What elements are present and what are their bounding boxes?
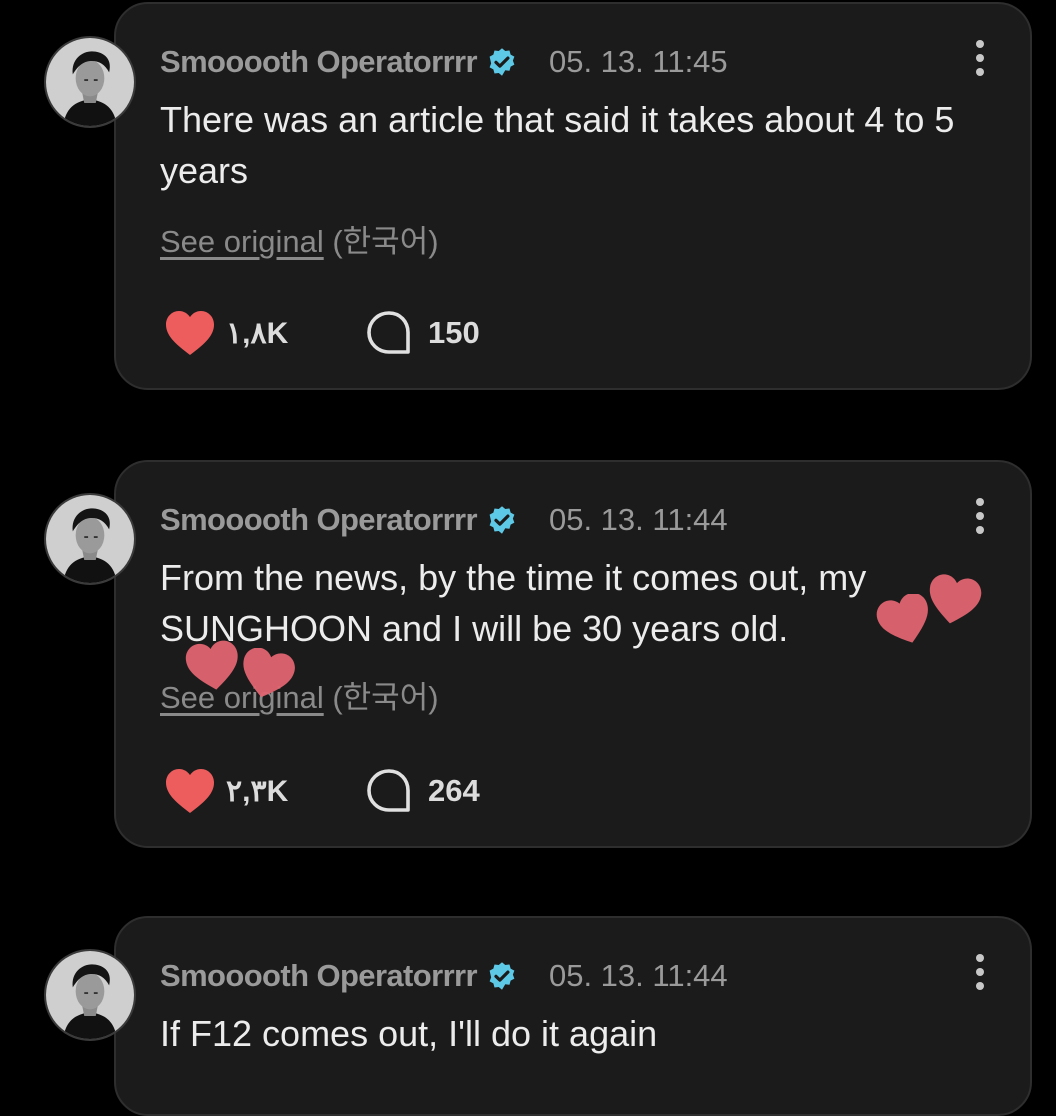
see-original-row: See original (한국어) bbox=[160, 216, 439, 261]
avatar-image bbox=[46, 495, 134, 583]
username[interactable]: Smooooth Operatorrrr bbox=[160, 958, 478, 994]
comment-actions: ١,٨K 150 bbox=[164, 306, 480, 360]
comment-text: From the news, by the time it comes out,… bbox=[160, 557, 877, 649]
reply-count: 150 bbox=[428, 315, 480, 350]
comment-actions: ٢,٣K 264 bbox=[164, 764, 480, 818]
avatar[interactable] bbox=[44, 949, 136, 1041]
username[interactable]: Smooooth Operatorrrr bbox=[160, 502, 478, 538]
reply-bubble-icon[interactable] bbox=[366, 768, 412, 814]
verified-check-icon bbox=[487, 961, 517, 991]
comment-header: Smooooth Operatorrrr 05. 13. 11:44 bbox=[160, 498, 728, 542]
floating-heart-icon bbox=[929, 574, 982, 624]
more-options-icon[interactable] bbox=[968, 498, 992, 534]
timestamp: 05. 13. 11:44 bbox=[548, 502, 728, 537]
original-language: (한국어) bbox=[332, 680, 439, 715]
more-options-icon[interactable] bbox=[968, 40, 992, 76]
more-options-icon[interactable] bbox=[968, 954, 992, 990]
verified-check-icon bbox=[487, 505, 517, 535]
avatar[interactable] bbox=[44, 493, 136, 585]
comment-header: Smooooth Operatorrrr 05. 13. 11:44 bbox=[160, 954, 728, 998]
like-heart-icon[interactable] bbox=[164, 767, 216, 815]
comment-header: Smooooth Operatorrrr 05. 13. 11:45 bbox=[160, 40, 728, 84]
comment-card: Smooooth Operatorrrr 05. 13. 11:45 There… bbox=[114, 2, 1032, 390]
comment-text: There was an article that said it takes … bbox=[160, 99, 965, 191]
verified-check-icon bbox=[487, 47, 517, 77]
like-heart-icon[interactable] bbox=[164, 309, 216, 357]
like-count: ١,٨K bbox=[226, 316, 289, 350]
avatar-image bbox=[46, 38, 134, 126]
floating-heart-icon bbox=[185, 640, 238, 690]
timestamp: 05. 13. 11:45 bbox=[548, 44, 728, 79]
original-language: (한국어) bbox=[332, 224, 439, 259]
like-count: ٢,٣K bbox=[226, 774, 289, 808]
username[interactable]: Smooooth Operatorrrr bbox=[160, 44, 478, 80]
comment-text: If F12 comes out, I'll do it again bbox=[160, 1013, 658, 1054]
floating-heart-icon bbox=[243, 648, 295, 698]
reply-bubble-icon[interactable] bbox=[366, 310, 412, 356]
reply-count: 264 bbox=[428, 773, 480, 808]
avatar-image bbox=[46, 951, 134, 1039]
see-original-link[interactable]: See original bbox=[160, 224, 324, 259]
avatar[interactable] bbox=[44, 36, 136, 128]
timestamp: 05. 13. 11:44 bbox=[548, 958, 728, 993]
comment-card: Smooooth Operatorrrr 05. 13. 11:44 If F1… bbox=[114, 916, 1032, 1116]
